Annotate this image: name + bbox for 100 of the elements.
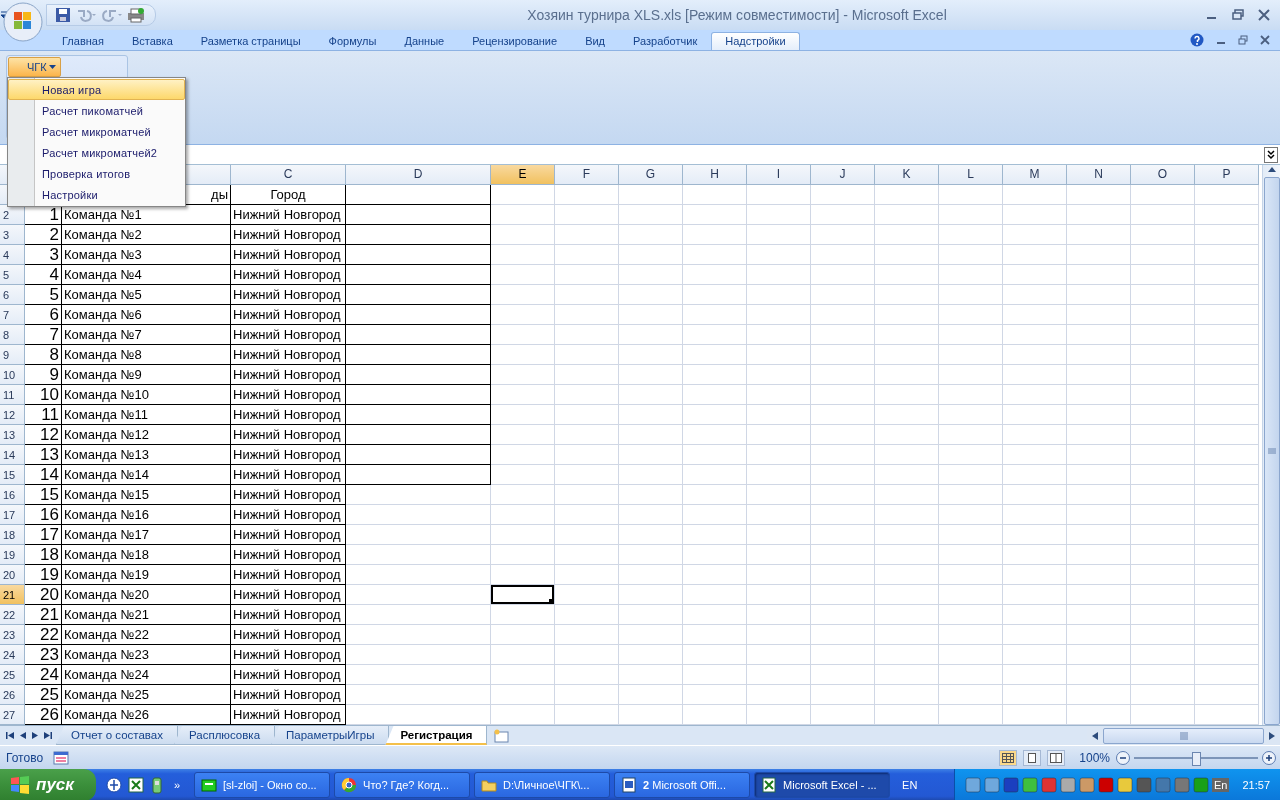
row-header[interactable]: 6	[0, 285, 25, 305]
row-header[interactable]: 5	[0, 265, 25, 285]
printer-icon[interactable]	[127, 7, 145, 23]
menu-item[interactable]: Расчет микроматчей	[8, 121, 185, 142]
last-sheet-icon[interactable]	[44, 731, 52, 740]
column-header[interactable]: I	[747, 165, 811, 185]
menu-item[interactable]: Новая игра	[8, 79, 185, 100]
ribbon-tab[interactable]: Разметка страницы	[186, 32, 315, 50]
scroll-right-icon[interactable]	[1268, 730, 1276, 741]
row-header[interactable]: 3	[0, 225, 25, 245]
row-header[interactable]: 18	[0, 525, 25, 545]
tray-icon[interactable]	[1117, 777, 1133, 793]
close-icon[interactable]	[1260, 35, 1270, 45]
first-sheet-icon[interactable]	[6, 731, 14, 740]
page-layout-button[interactable]	[1023, 749, 1042, 766]
zoom-in-icon[interactable]	[1262, 750, 1276, 765]
column-header[interactable]: C	[231, 165, 346, 185]
row-header[interactable]: 11	[0, 385, 25, 405]
column-header[interactable]: M	[1003, 165, 1067, 185]
row-header[interactable]: 8	[0, 325, 25, 345]
row-header[interactable]: 10	[0, 365, 25, 385]
taskbar-button[interactable]: Microsoft Excel - ...	[754, 772, 891, 798]
ribbon-tab[interactable]: Данные	[390, 32, 459, 50]
tray-icon[interactable]	[1098, 777, 1114, 793]
vertical-scrollbar[interactable]	[1262, 165, 1280, 725]
restore-icon[interactable]	[1238, 35, 1248, 45]
column-header[interactable]: O	[1131, 165, 1195, 185]
customize-caret-icon[interactable]	[0, 11, 8, 19]
zoom-slider-thumb[interactable]	[1192, 751, 1201, 766]
browser-icon[interactable]	[105, 777, 122, 793]
row-header[interactable]: 16	[0, 485, 25, 505]
menu-item[interactable]: Расчет пикоматчей	[8, 100, 185, 121]
close-icon[interactable]	[1258, 9, 1270, 21]
column-header[interactable]: P	[1195, 165, 1259, 185]
column-header[interactable]: L	[939, 165, 1003, 185]
menu-item[interactable]: Расчет микроматчей2	[8, 142, 185, 163]
ribbon-tab[interactable]: Рецензирование	[458, 32, 572, 50]
ribbon-tab[interactable]: Вид	[571, 32, 620, 50]
row-header[interactable]: 17	[0, 505, 25, 525]
sheet-tab[interactable]: Регистрация	[385, 726, 488, 745]
row-header[interactable]: 7	[0, 305, 25, 325]
tray-icon[interactable]	[1060, 777, 1076, 793]
row-header[interactable]: 12	[0, 405, 25, 425]
save-icon[interactable]	[55, 7, 71, 23]
row-header[interactable]: 9	[0, 345, 25, 365]
language-indicator[interactable]: EN	[890, 779, 930, 791]
row-header[interactable]: 23	[0, 625, 25, 645]
row-header[interactable]: 25	[0, 665, 25, 685]
tray-icon[interactable]	[1136, 777, 1152, 793]
column-header[interactable]: K	[875, 165, 939, 185]
menu-button[interactable]: ЧГК	[8, 57, 61, 77]
tray-icon[interactable]	[1022, 777, 1038, 793]
page-break-button[interactable]	[1047, 749, 1066, 766]
row-header[interactable]: 19	[0, 545, 25, 565]
column-header[interactable]: F	[555, 165, 619, 185]
ribbon-tab[interactable]: Формулы	[314, 32, 391, 50]
zoom-out-icon[interactable]	[1116, 750, 1130, 765]
tray-language[interactable]: En	[1212, 778, 1230, 792]
more-chevron[interactable]: »	[169, 779, 181, 791]
ribbon-tab[interactable]: Разработчик	[619, 32, 712, 50]
column-header[interactable]: N	[1067, 165, 1131, 185]
column-header[interactable]: J	[811, 165, 875, 185]
row-header[interactable]: 15	[0, 465, 25, 485]
row-header[interactable]: 26	[0, 685, 25, 705]
start-button[interactable]: пуск	[0, 769, 96, 800]
ribbon-tab[interactable]: Главная	[48, 32, 118, 50]
row-header[interactable]: 13	[0, 425, 25, 445]
column-header[interactable]: H	[683, 165, 747, 185]
row-header[interactable]: 4	[0, 245, 25, 265]
menu-item[interactable]: Настройки	[8, 184, 185, 205]
taskbar-button[interactable]: [sl-zloi] - Окно со...	[194, 772, 331, 798]
row-header[interactable]: 20	[0, 565, 25, 585]
row-header[interactable]: 2	[0, 205, 25, 225]
row-header[interactable]: 27	[0, 705, 25, 725]
restore-icon[interactable]	[1232, 9, 1244, 21]
row-header[interactable]: 24	[0, 645, 25, 665]
ribbon-tab[interactable]: Вставка	[117, 32, 187, 50]
taskbar-button[interactable]: 2 Microsoft Offi...	[614, 772, 751, 798]
help-icon[interactable]	[1190, 33, 1204, 47]
previous-sheet-icon[interactable]	[20, 731, 26, 740]
tray-icon[interactable]	[1003, 777, 1019, 793]
expand-icon[interactable]	[1264, 146, 1278, 163]
column-header[interactable]: E	[491, 165, 555, 185]
phone-icon[interactable]	[149, 776, 164, 794]
column-header[interactable]: G	[619, 165, 683, 185]
taskbar-button[interactable]: D:\Личное\ЧГК\...	[474, 772, 611, 798]
ribbon-tab[interactable]: Надстройки	[711, 32, 800, 50]
macro-record-icon[interactable]	[53, 750, 70, 765]
row-header[interactable]: 14	[0, 445, 25, 465]
sheet-tab[interactable]: Расплюсовка	[173, 726, 276, 745]
row-header[interactable]: 22	[0, 605, 25, 625]
next-sheet-icon[interactable]	[32, 731, 38, 740]
normal-view-button[interactable]	[999, 749, 1018, 766]
sheet-tab[interactable]: Отчет о составах	[56, 726, 178, 745]
spreadsheet-icon[interactable]	[127, 777, 144, 793]
column-header[interactable]: D	[346, 165, 491, 185]
scroll-left-icon[interactable]	[1091, 730, 1099, 741]
taskbar-button[interactable]: Что? Где? Когд...	[334, 772, 471, 798]
zoom-level[interactable]: 100%	[1079, 750, 1110, 765]
row-header[interactable]: 21	[0, 585, 25, 605]
